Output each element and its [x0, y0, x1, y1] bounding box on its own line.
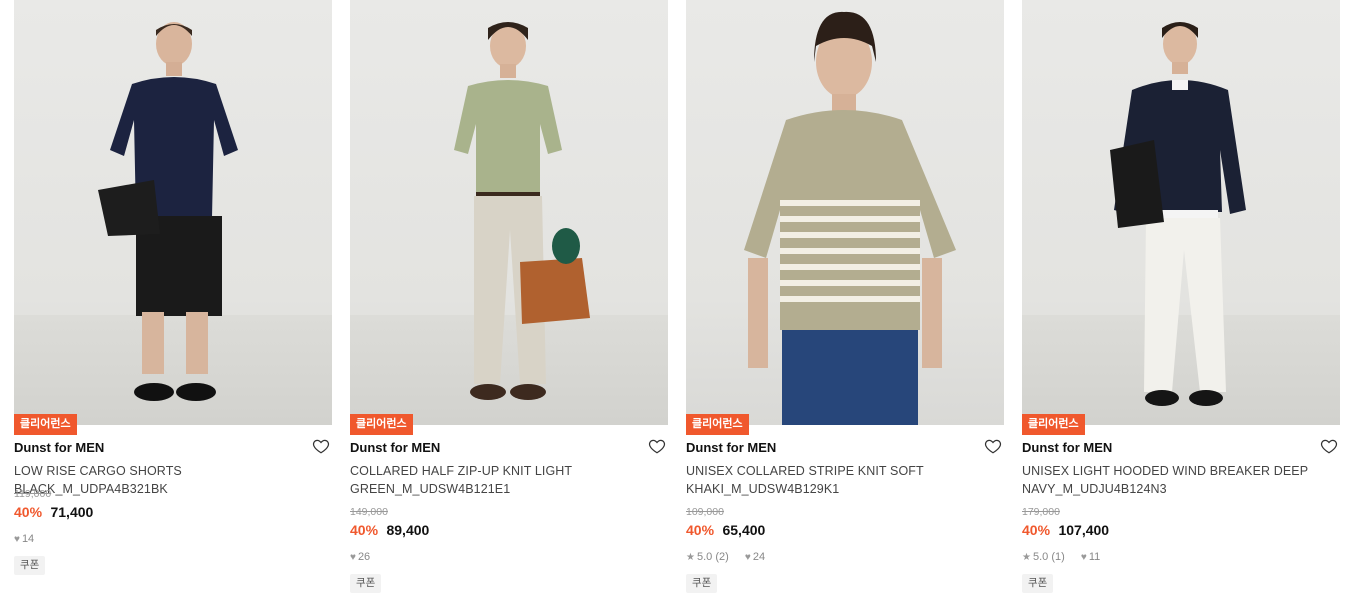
- brand-name[interactable]: Dunst for MEN: [686, 440, 776, 455]
- product-image[interactable]: [14, 0, 332, 425]
- price-block: 119,000 40% 71,400: [14, 487, 332, 522]
- heart-outline-icon[interactable]: [1320, 437, 1338, 455]
- discount-rate: 40%: [686, 522, 715, 538]
- clearance-badge: 클리어런스: [1022, 414, 1085, 435]
- heart-icon: ♥: [744, 552, 751, 563]
- price-block: 109,000 40% 65,400: [686, 505, 1004, 540]
- product-name[interactable]: COLLARED HALF ZIP-UP KNIT LIGHT GREEN_M_…: [350, 462, 668, 498]
- review-count: (1): [1051, 551, 1065, 563]
- product-stats: ★ 5.0 (2) ♥ 24: [686, 550, 765, 564]
- heart-outline-icon[interactable]: [984, 437, 1002, 455]
- product-stats: ♥ 26: [350, 550, 370, 564]
- product-card[interactable]: 클리어런스 Dunst for MEN UNISEX COLLARED STRI…: [686, 0, 1004, 593]
- original-price: 119,000: [14, 488, 52, 500]
- coupon-tag[interactable]: 쿠폰: [1022, 574, 1054, 593]
- product-card[interactable]: 클리어런스 Dunst for MEN COLLARED HALF ZIP-UP…: [350, 0, 668, 593]
- product-stats: ♥ 14: [14, 532, 34, 546]
- product-card[interactable]: 클리어런스 Dunst for MEN UNISEX LIGHT HOODED …: [1022, 0, 1340, 593]
- like-count: 14: [21, 533, 35, 545]
- product-image[interactable]: [350, 0, 668, 425]
- rating: 5.0: [696, 551, 713, 563]
- star-icon: ★: [1022, 552, 1031, 563]
- product-grid: 클리어런스 Dunst for MEN LOW RISE CARGO SHORT…: [14, 0, 1340, 603]
- sale-price: 71,400: [50, 504, 94, 520]
- clearance-badge: 클리어런스: [350, 414, 413, 435]
- original-price: 149,000: [350, 506, 388, 518]
- brand-row: Dunst for MEN: [350, 439, 668, 457]
- coupon-tag[interactable]: 쿠폰: [686, 574, 718, 593]
- heart-icon: ♥: [350, 552, 356, 563]
- product-name[interactable]: UNISEX LIGHT HOODED WIND BREAKER DEEP NA…: [1022, 462, 1340, 498]
- brand-name[interactable]: Dunst for MEN: [1022, 440, 1112, 455]
- brand-name[interactable]: Dunst for MEN: [350, 440, 440, 455]
- model-figure: [744, 11, 956, 425]
- discount-rate: 40%: [14, 504, 43, 520]
- star-icon: ★: [686, 552, 695, 563]
- product-image[interactable]: [686, 0, 1004, 425]
- discount-rate: 40%: [350, 522, 379, 538]
- like-count: 11: [1088, 551, 1101, 563]
- rating: 5.0: [1032, 551, 1049, 563]
- heart-outline-icon[interactable]: [312, 437, 330, 455]
- like-count: 26: [357, 551, 371, 563]
- heart-icon: ♥: [1080, 552, 1087, 563]
- original-price: 179,000: [1022, 506, 1060, 518]
- brand-row: Dunst for MEN: [14, 439, 332, 457]
- heart-outline-icon[interactable]: [648, 437, 666, 455]
- product-name[interactable]: UNISEX COLLARED STRIPE KNIT SOFT KHAKI_M…: [686, 462, 1004, 498]
- model-figure: [454, 22, 590, 400]
- brand-row: Dunst for MEN: [1022, 439, 1340, 457]
- price-block: 179,000 40% 107,400: [1022, 505, 1340, 540]
- coupon-tag[interactable]: 쿠폰: [350, 574, 382, 593]
- model-figure: [1110, 22, 1246, 406]
- like-count: 24: [752, 551, 766, 563]
- product-card[interactable]: 클리어런스 Dunst for MEN LOW RISE CARGO SHORT…: [14, 0, 332, 575]
- product-stats: ★ 5.0 (1) ♥ 11: [1022, 550, 1100, 564]
- model-figure: [98, 22, 238, 401]
- review-count: (2): [715, 551, 729, 563]
- clearance-badge: 클리어런스: [686, 414, 749, 435]
- discount-rate: 40%: [1022, 522, 1051, 538]
- sale-price: 65,400: [722, 522, 766, 538]
- coupon-tag[interactable]: 쿠폰: [14, 556, 46, 575]
- price-block: 149,000 40% 89,400: [350, 505, 668, 540]
- brand-name[interactable]: Dunst for MEN: [14, 440, 104, 455]
- sale-price: 107,400: [1058, 522, 1110, 538]
- heart-icon: ♥: [14, 534, 20, 545]
- brand-row: Dunst for MEN: [686, 439, 1004, 457]
- clearance-badge: 클리어런스: [14, 414, 77, 435]
- original-price: 109,000: [686, 506, 724, 518]
- product-image[interactable]: [1022, 0, 1340, 425]
- sale-price: 89,400: [386, 522, 430, 538]
